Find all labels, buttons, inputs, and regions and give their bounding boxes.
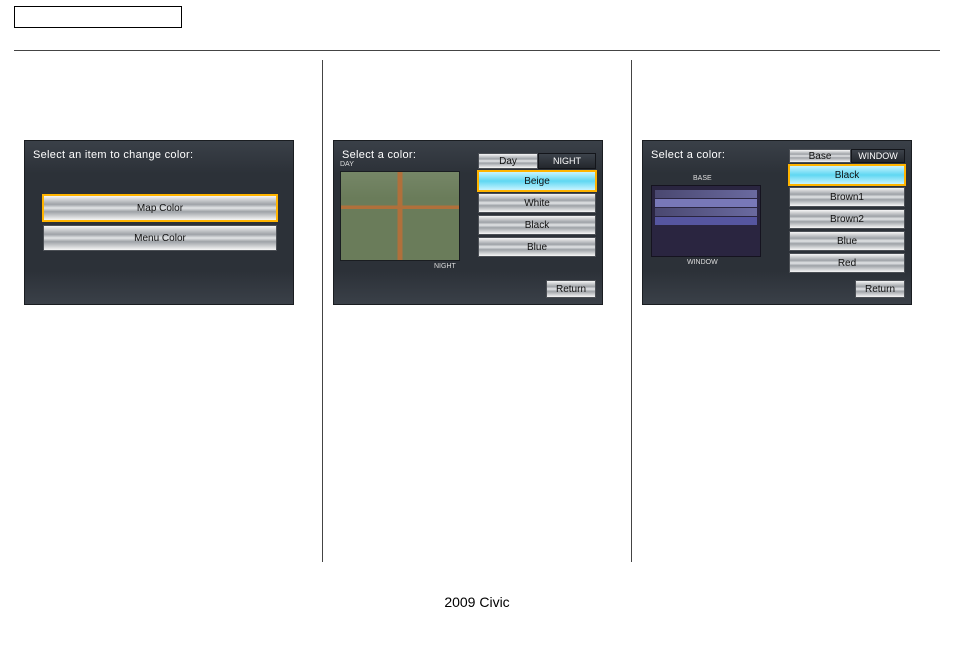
map-preview xyxy=(340,171,460,261)
columns: Select an item to change color: Map Colo… xyxy=(14,60,940,562)
return-button-3[interactable]: Return xyxy=(855,280,905,298)
divider xyxy=(14,50,940,51)
screen2-options: Beige White Black Blue xyxy=(478,171,596,259)
color-black[interactable]: Black xyxy=(478,215,596,235)
column-2: Select a color: Day NIGHT DAY NIGHT Beig… xyxy=(322,60,631,562)
color-blue-menu[interactable]: Blue xyxy=(789,231,905,251)
map-color-button[interactable]: Map Color xyxy=(43,195,277,221)
menu-color-button[interactable]: Menu Color xyxy=(43,225,277,251)
screen2-title: Select a color: xyxy=(342,149,416,161)
column-1: Select an item to change color: Map Colo… xyxy=(14,60,322,562)
screen3-tabs: Base WINDOW xyxy=(789,149,905,163)
color-beige[interactable]: Beige xyxy=(478,171,596,191)
color-white[interactable]: White xyxy=(478,193,596,213)
return-button[interactable]: Return xyxy=(546,280,596,298)
tab-day[interactable]: Day xyxy=(478,153,538,169)
tab-night[interactable]: NIGHT xyxy=(538,153,596,169)
header-box xyxy=(14,6,182,28)
screen1-options: Map Color Menu Color xyxy=(43,195,277,255)
footer-model: 2009 Civic xyxy=(0,594,954,610)
label-night: NIGHT xyxy=(434,263,456,270)
screen3-title: Select a color: xyxy=(651,149,725,161)
label-window: WINDOW xyxy=(687,259,718,266)
tab-window[interactable]: WINDOW xyxy=(851,149,905,163)
color-red[interactable]: Red xyxy=(789,253,905,273)
screen-color-select: Select an item to change color: Map Colo… xyxy=(24,140,294,305)
column-3: Select a color: Base WINDOW BASE WINDOW … xyxy=(631,60,940,562)
screen3-options: Black Brown1 Brown2 Blue Red xyxy=(789,165,905,275)
tab-base[interactable]: Base xyxy=(789,149,851,163)
screen-map-color: Select a color: Day NIGHT DAY NIGHT Beig… xyxy=(333,140,603,305)
color-brown2[interactable]: Brown2 xyxy=(789,209,905,229)
screen1-title: Select an item to change color: xyxy=(33,149,193,161)
label-day: DAY xyxy=(340,161,354,168)
screen2-tabs: Day NIGHT xyxy=(478,153,596,169)
menu-preview xyxy=(651,185,761,257)
screen-menu-color: Select a color: Base WINDOW BASE WINDOW … xyxy=(642,140,912,305)
color-black-menu[interactable]: Black xyxy=(789,165,905,185)
label-base: BASE xyxy=(693,175,712,182)
color-blue[interactable]: Blue xyxy=(478,237,596,257)
color-brown1[interactable]: Brown1 xyxy=(789,187,905,207)
